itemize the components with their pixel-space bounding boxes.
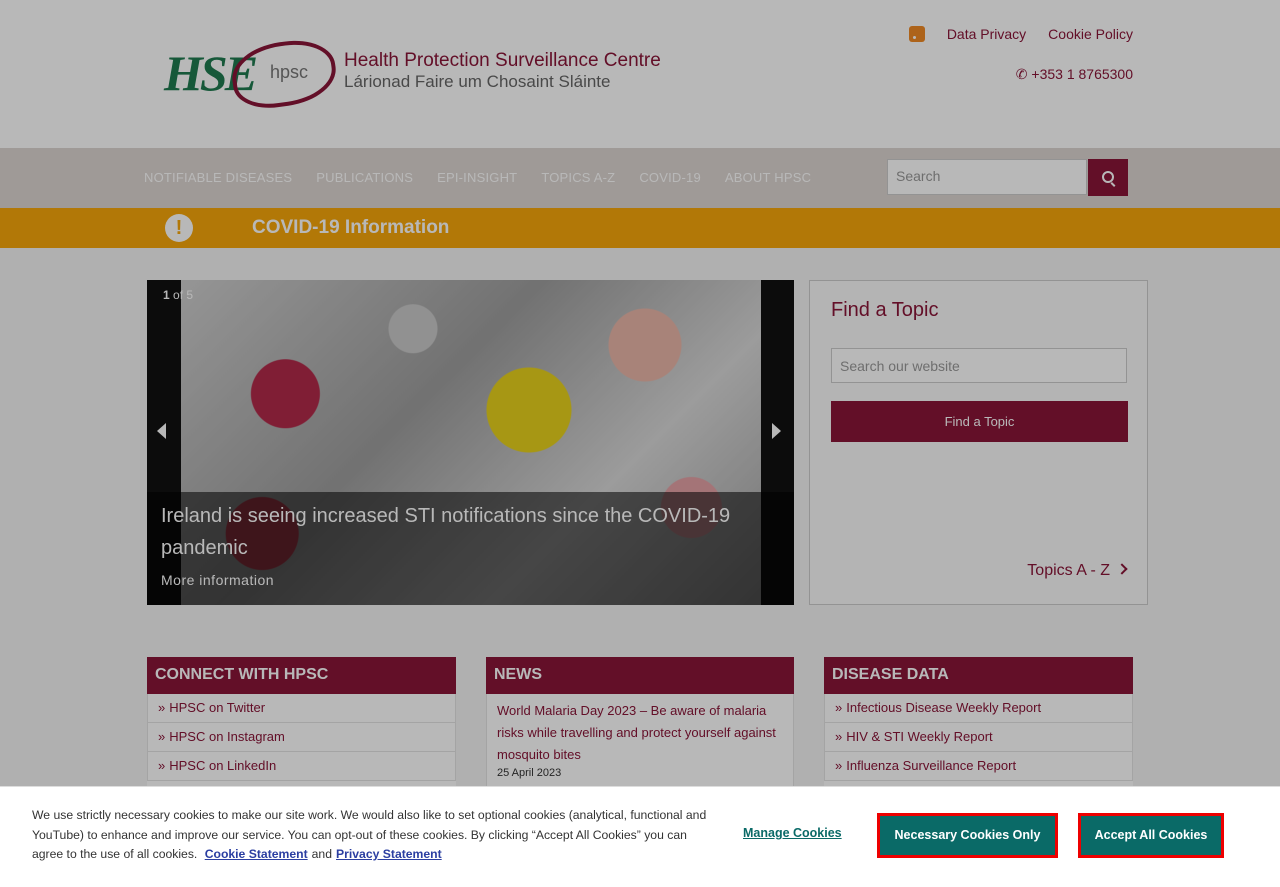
cookie-banner: We use strictly necessary cookies to mak… xyxy=(0,786,1280,887)
cookie-and: and xyxy=(311,847,332,861)
modal-backdrop xyxy=(0,0,1280,887)
cookie-statement-link[interactable]: Cookie Statement xyxy=(205,847,308,861)
manage-cookies-button[interactable]: Manage Cookies xyxy=(743,826,842,840)
privacy-statement-link[interactable]: Privacy Statement xyxy=(336,847,442,861)
necessary-cookies-button[interactable]: Necessary Cookies Only xyxy=(877,813,1058,858)
cookie-banner-text: We use strictly necessary cookies to mak… xyxy=(32,806,712,865)
accept-all-cookies-button[interactable]: Accept All Cookies xyxy=(1078,813,1224,858)
